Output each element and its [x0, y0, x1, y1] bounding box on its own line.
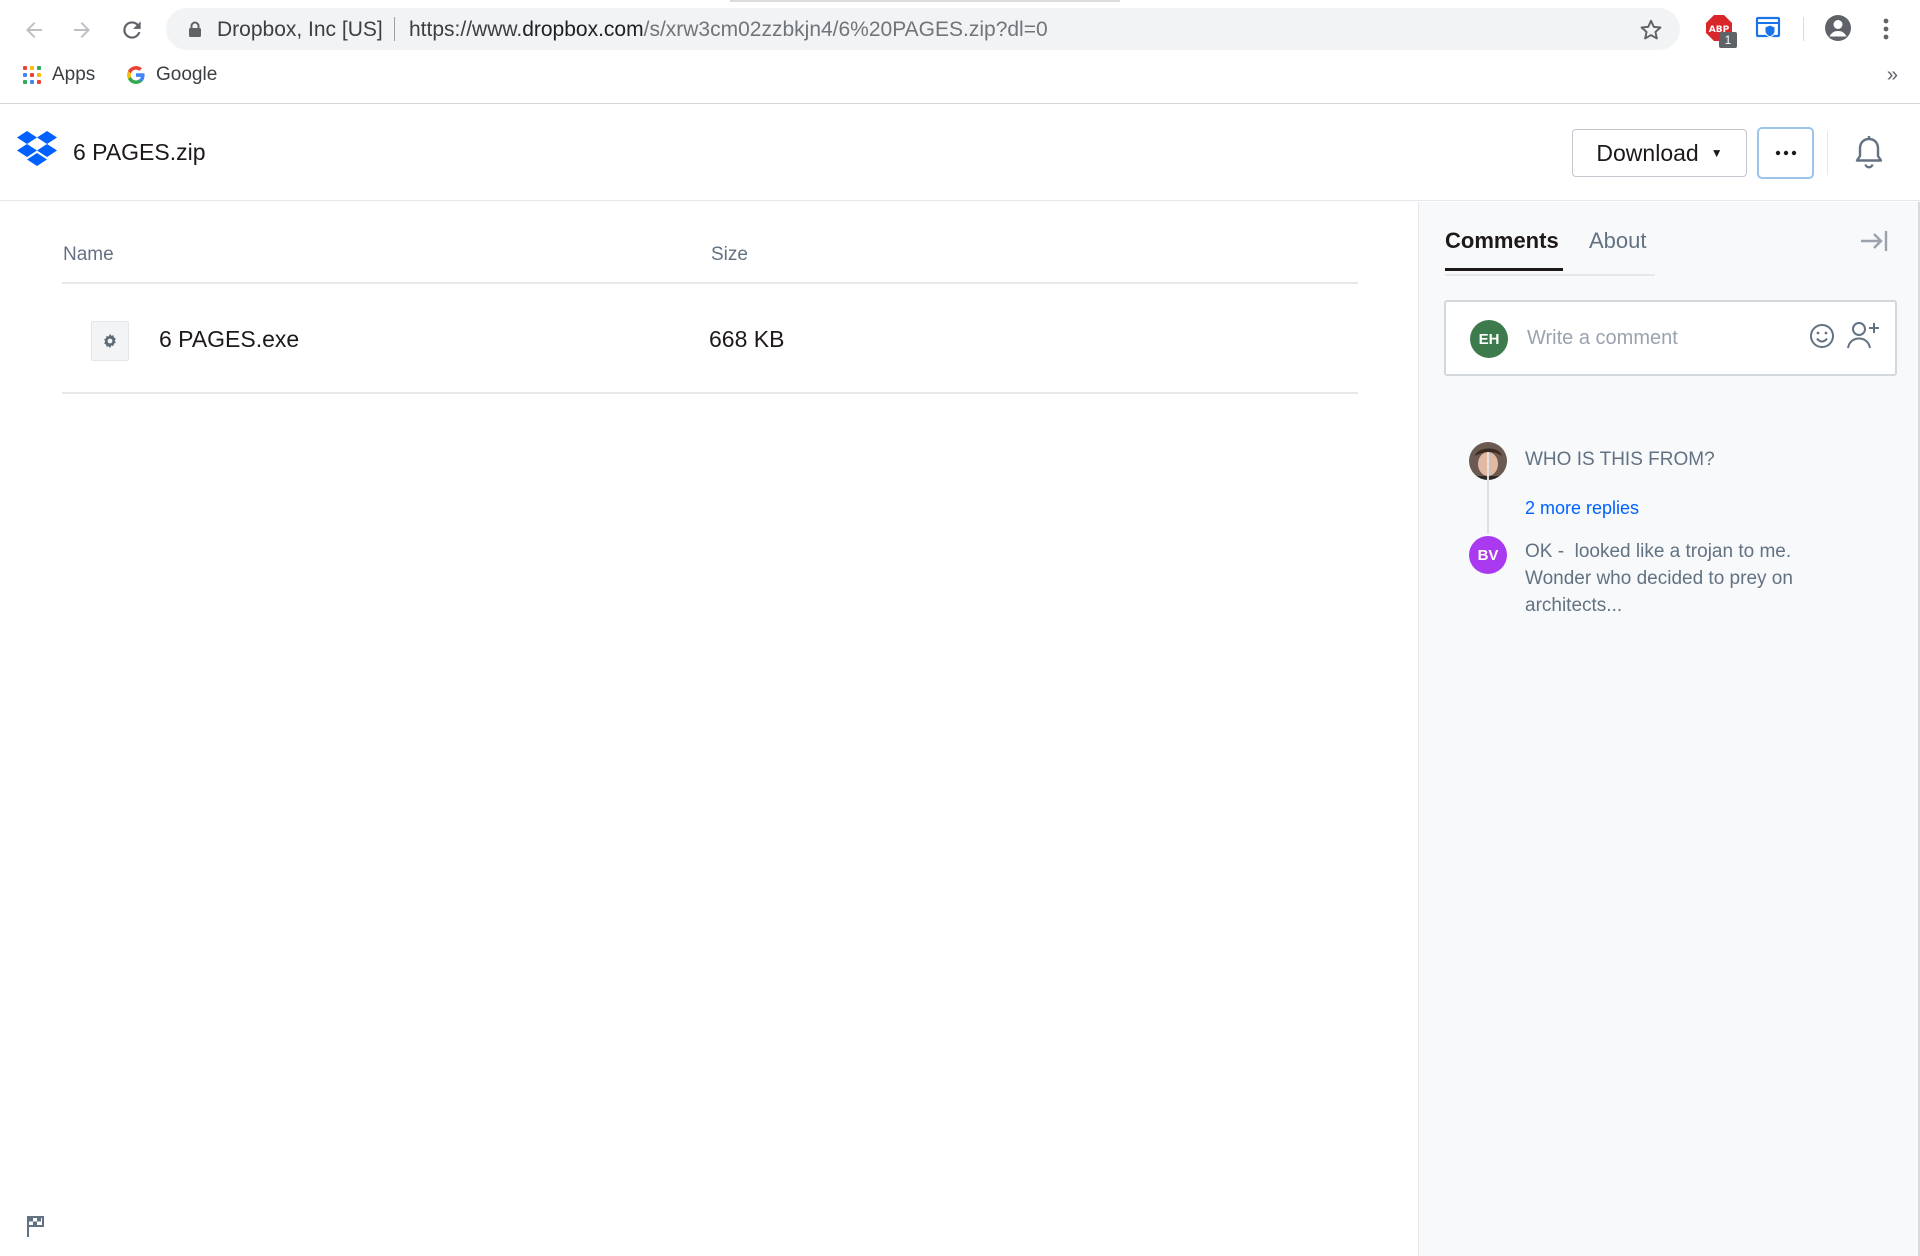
- google-g-icon: [127, 66, 145, 84]
- security-extension-icon[interactable]: [1754, 14, 1782, 42]
- profile-icon[interactable]: [1823, 13, 1853, 43]
- file-size: 668 KB: [709, 326, 785, 352]
- header-divider: [1827, 131, 1828, 175]
- more-actions-button[interactable]: [1757, 127, 1814, 179]
- dropbox-logo-icon[interactable]: [16, 131, 58, 169]
- emoji-icon[interactable]: [1808, 322, 1836, 350]
- comment-text: WHO IS THIS FROM?: [1525, 449, 1715, 470]
- apps-grid-icon: [22, 65, 42, 85]
- url-text: https://www.dropbox.com/s/xrw3cm02zzbkjn…: [409, 18, 1048, 42]
- page-title: 6 PAGES.zip: [73, 139, 206, 165]
- download-button[interactable]: Download ▼: [1572, 129, 1747, 177]
- dropbox-header: 6 PAGES.zip Download ▼: [0, 105, 1920, 201]
- reply-line: Wonder who decided to prey on: [1525, 568, 1793, 589]
- flag-icon[interactable]: [25, 1214, 47, 1238]
- reload-icon: [123, 21, 141, 39]
- notification-bell-icon[interactable]: [1852, 135, 1886, 171]
- browser-menu-icon[interactable]: [1876, 14, 1896, 44]
- bookmark-google[interactable]: Google: [126, 64, 217, 86]
- collapse-sidebar-icon[interactable]: [1859, 228, 1889, 254]
- tab-about[interactable]: About: [1589, 228, 1647, 254]
- comments-sidebar: Comments About EH WHO IS: [1418, 202, 1920, 1256]
- tab-comments[interactable]: Comments: [1445, 228, 1563, 271]
- more-replies-link[interactable]: 2 more replies: [1525, 498, 1639, 519]
- column-header-name[interactable]: Name: [63, 244, 114, 266]
- reply-line: architects...: [1525, 595, 1623, 616]
- bookmark-apps[interactable]: Apps: [22, 64, 95, 86]
- bookmarks-overflow-button[interactable]: »: [1887, 64, 1898, 87]
- extension-badge: 1: [1719, 32, 1737, 48]
- url-path: /s/xrw3cm02zzbkjn4/6%20PAGES.zip?dl=0: [643, 18, 1048, 41]
- comment-composer: EH: [1444, 300, 1897, 376]
- reply-text: OK - looked like a trojan to me. Wonder …: [1525, 538, 1865, 619]
- url-scheme: https://www.: [409, 18, 523, 41]
- address-bar[interactable]: Dropbox, Inc [US] https://www.dropbox.co…: [166, 8, 1680, 50]
- site-identity: Dropbox, Inc [US]: [217, 18, 383, 41]
- download-label: Download: [1596, 139, 1699, 166]
- toolbar-divider: [1803, 17, 1804, 41]
- bookmarks-bar: Apps Google »: [0, 60, 1920, 94]
- comment-input[interactable]: [1525, 321, 1805, 355]
- reload-button[interactable]: [112, 10, 152, 50]
- bookmark-label: Apps: [52, 64, 96, 85]
- file-list-panel: Name Size 6 PAGES.exe 668 KB: [0, 202, 1418, 1256]
- column-header-size[interactable]: Size: [711, 244, 748, 266]
- bookmark-star-icon[interactable]: [1638, 17, 1664, 43]
- exe-file-icon: [91, 321, 129, 361]
- sidebar-tabs: Comments About: [1445, 224, 1655, 276]
- bookmark-label: Google: [156, 64, 218, 85]
- back-button[interactable]: [14, 10, 54, 50]
- forward-arrow-icon: [74, 22, 90, 38]
- chevron-down-icon: ▼: [1710, 146, 1723, 160]
- url-host: dropbox.com: [522, 18, 644, 41]
- lock-icon: [189, 21, 201, 37]
- avatar: EH: [1470, 320, 1508, 358]
- avatar: BV: [1469, 536, 1507, 574]
- file-name[interactable]: 6 PAGES.exe: [159, 326, 299, 353]
- address-separator: [394, 17, 395, 41]
- forward-button[interactable]: [62, 10, 102, 50]
- back-arrow-icon: [26, 22, 42, 38]
- reply-line: OK - looked like a trojan to me.: [1525, 541, 1792, 562]
- table-row[interactable]: 6 PAGES.exe 668 KB: [62, 284, 1358, 394]
- thread-connector: [1487, 452, 1489, 534]
- gear-icon: [104, 333, 116, 349]
- add-person-icon[interactable]: [1846, 320, 1880, 350]
- ellipsis-icon: [1775, 150, 1796, 156]
- browser-toolbar: Dropbox, Inc [US] https://www.dropbox.co…: [0, 0, 1920, 104]
